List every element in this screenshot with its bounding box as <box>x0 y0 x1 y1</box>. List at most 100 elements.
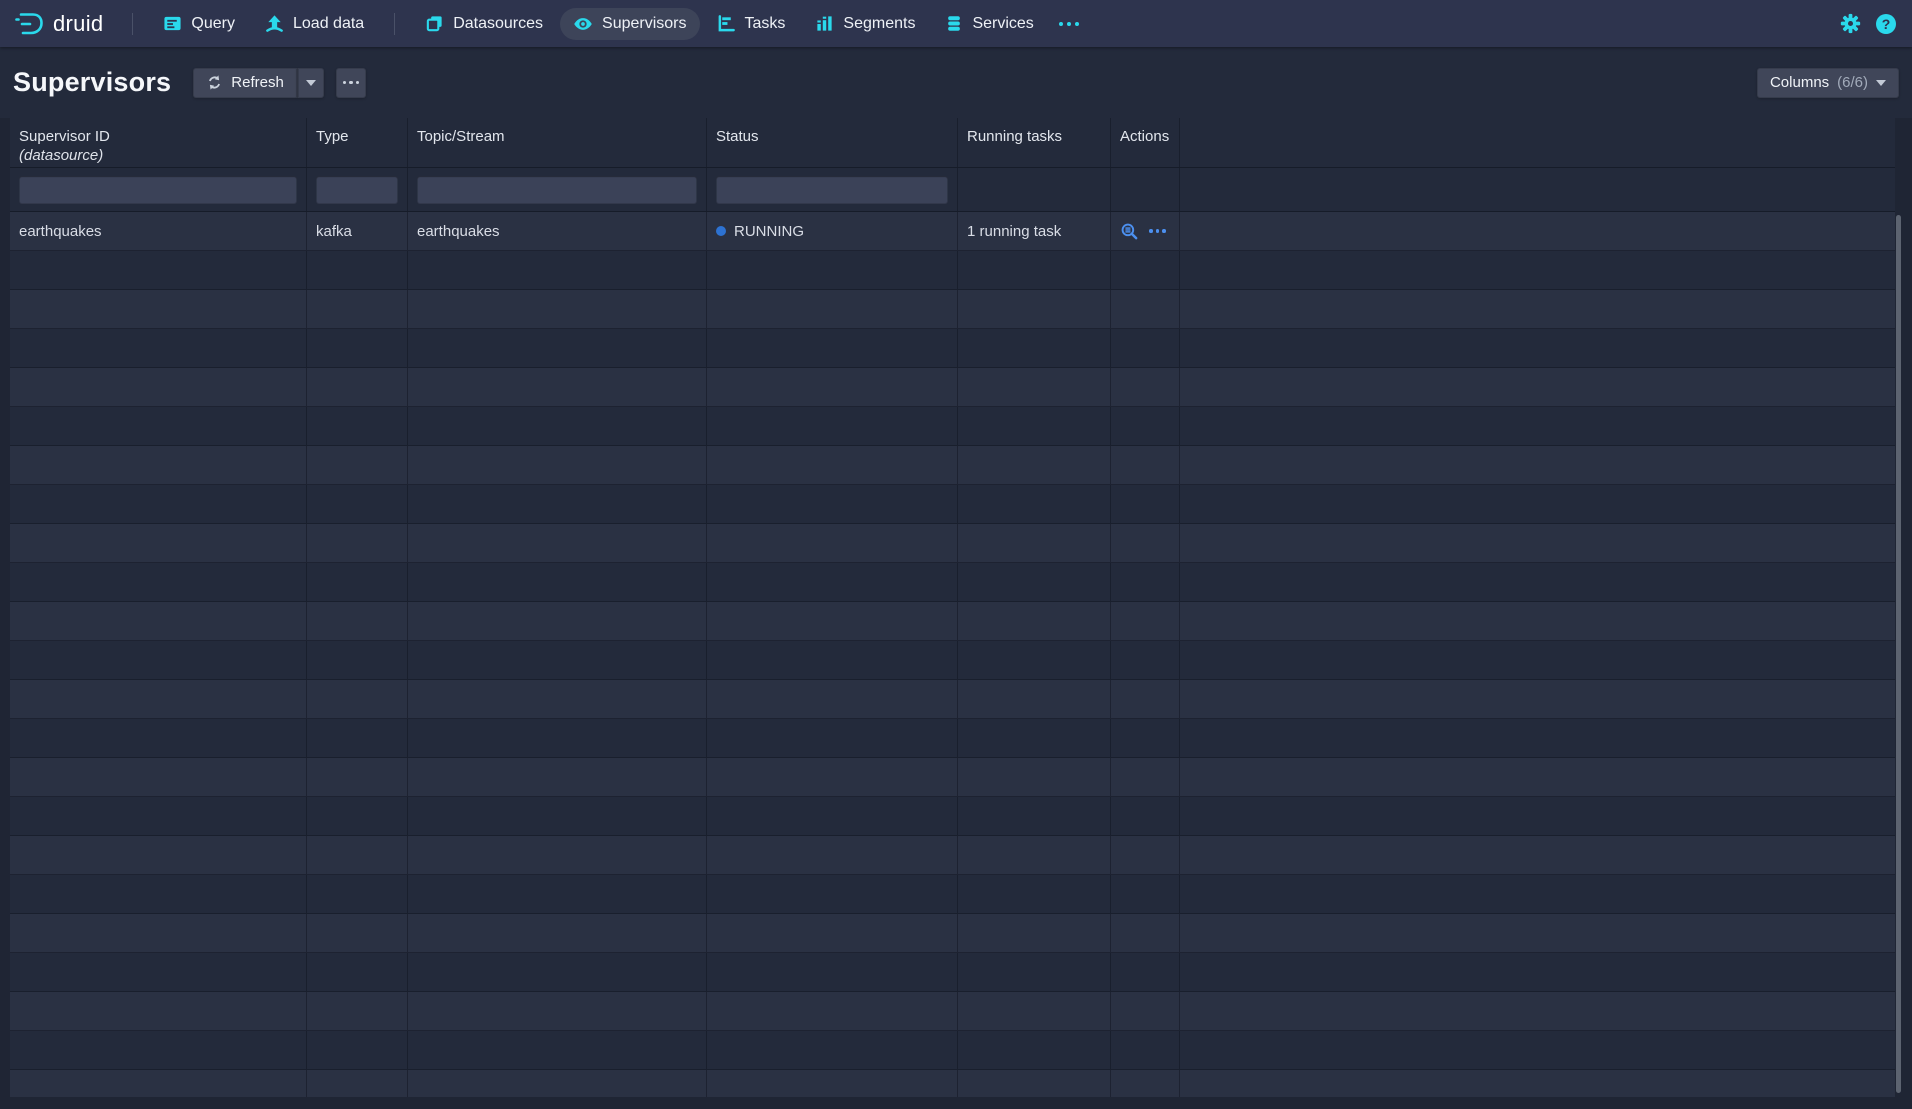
filter-input-status[interactable] <box>716 176 948 204</box>
empty-cell <box>1111 1031 1180 1069</box>
gear-icon[interactable] <box>1840 13 1861 34</box>
empty-cell <box>707 758 958 796</box>
empty-cell <box>1111 797 1180 835</box>
empty-cell <box>10 641 307 679</box>
empty-cell <box>707 485 958 523</box>
nav-item-services[interactable]: Services <box>932 8 1046 39</box>
table-row-empty <box>10 407 1895 446</box>
table-row-empty <box>10 836 1895 875</box>
druid-logo[interactable]: druid <box>14 11 103 37</box>
empty-cell <box>707 407 958 445</box>
table-row-empty <box>10 290 1895 329</box>
empty-cell <box>707 875 958 913</box>
empty-cell <box>958 992 1111 1030</box>
status-running-dot <box>716 226 726 236</box>
nav-item-datasources[interactable]: Datasources <box>412 8 556 39</box>
empty-cell <box>1180 758 1895 796</box>
magnifier-detail-icon[interactable] <box>1120 222 1139 241</box>
empty-cell <box>1111 446 1180 484</box>
nav-item-segments[interactable]: Segments <box>802 8 928 39</box>
empty-cell <box>10 992 307 1030</box>
refresh-dropdown-button[interactable] <box>297 68 324 98</box>
vertical-scrollbar-thumb[interactable] <box>1896 215 1901 1093</box>
empty-cell <box>707 914 958 952</box>
nav-item-label: Services <box>972 15 1033 33</box>
empty-cell <box>1111 758 1180 796</box>
empty-cell <box>408 446 707 484</box>
header-more-button[interactable] <box>336 68 366 98</box>
empty-cell <box>1180 1070 1895 1097</box>
column-header-filler <box>1180 118 1895 167</box>
upload-arrow-icon <box>265 14 284 33</box>
nav-divider <box>394 13 395 35</box>
column-header-sublabel: (datasource) <box>19 146 103 165</box>
empty-cell <box>707 1031 958 1069</box>
empty-cell <box>1111 953 1180 991</box>
table-row-empty <box>10 524 1895 563</box>
column-header-topic-stream[interactable]: Topic/Stream <box>408 118 707 167</box>
empty-cell <box>1180 251 1895 289</box>
navbar: druid Query Load data <box>0 0 1912 47</box>
empty-cell <box>10 719 307 757</box>
table-row-earthquakes[interactable]: earthquakes kafka earthquakes RUNNING 1 … <box>10 212 1895 251</box>
empty-cell <box>408 407 707 445</box>
column-header-type[interactable]: Type <box>307 118 408 167</box>
empty-cell <box>408 1031 707 1069</box>
table-row-empty <box>10 1031 1895 1070</box>
nav-item-load-data[interactable]: Load data <box>252 8 377 39</box>
columns-dropdown-button[interactable]: Columns (6/6) <box>1757 68 1899 98</box>
column-header-supervisor-id[interactable]: Supervisor ID (datasource) <box>10 118 307 167</box>
filter-cell <box>10 168 307 211</box>
nav-item-supervisors[interactable]: Supervisors <box>560 8 699 40</box>
nav-item-tasks[interactable]: Tasks <box>704 8 799 39</box>
refresh-button[interactable]: Refresh <box>193 68 297 98</box>
empty-cell <box>307 758 408 796</box>
empty-cell <box>1111 485 1180 523</box>
nav-item-query[interactable]: Query <box>150 8 248 39</box>
empty-cell <box>1111 641 1180 679</box>
empty-cell <box>1180 368 1895 406</box>
refresh-icon <box>206 74 223 91</box>
empty-cell <box>958 407 1111 445</box>
filter-input-supervisor-id[interactable] <box>19 176 297 204</box>
chevron-down-icon <box>306 80 316 86</box>
table-body: earthquakes kafka earthquakes RUNNING 1 … <box>10 212 1895 1097</box>
empty-cell <box>1180 836 1895 874</box>
empty-cell <box>707 329 958 367</box>
table-header-row: Supervisor ID (datasource) Type Topic/St… <box>10 118 1895 168</box>
empty-cell <box>958 602 1111 640</box>
empty-cell <box>707 251 958 289</box>
empty-cell <box>958 758 1111 796</box>
empty-cell <box>1111 524 1180 562</box>
filter-input-topic-stream[interactable] <box>417 176 697 204</box>
empty-cell <box>307 1031 408 1069</box>
cell-type: kafka <box>307 212 408 250</box>
empty-cell <box>408 602 707 640</box>
filter-cell <box>958 168 1111 211</box>
empty-cell <box>1180 329 1895 367</box>
table-row-empty <box>10 446 1895 485</box>
cell-supervisor-id: earthquakes <box>10 212 307 250</box>
empty-cell <box>1180 992 1895 1030</box>
filter-input-type[interactable] <box>316 176 398 204</box>
empty-cell <box>958 524 1111 562</box>
empty-cell <box>1180 1031 1895 1069</box>
empty-cell <box>958 836 1111 874</box>
empty-cell <box>408 368 707 406</box>
empty-cell <box>1111 875 1180 913</box>
empty-cell <box>408 680 707 718</box>
row-more-actions-icon[interactable] <box>1149 229 1166 233</box>
column-header-running-tasks[interactable]: Running tasks <box>958 118 1111 167</box>
empty-cell <box>307 251 408 289</box>
help-icon[interactable]: ? <box>1876 14 1896 34</box>
empty-cell <box>10 251 307 289</box>
empty-cell <box>1111 407 1180 445</box>
refresh-button-group: Refresh <box>193 68 324 98</box>
nav-overflow-more-icon[interactable] <box>1049 14 1089 34</box>
column-header-actions[interactable]: Actions <box>1111 118 1180 167</box>
column-header-status[interactable]: Status <box>707 118 958 167</box>
empty-cell <box>307 290 408 328</box>
nav-item-label: Load data <box>293 15 364 33</box>
empty-cell <box>958 797 1111 835</box>
empty-cell <box>1180 563 1895 601</box>
